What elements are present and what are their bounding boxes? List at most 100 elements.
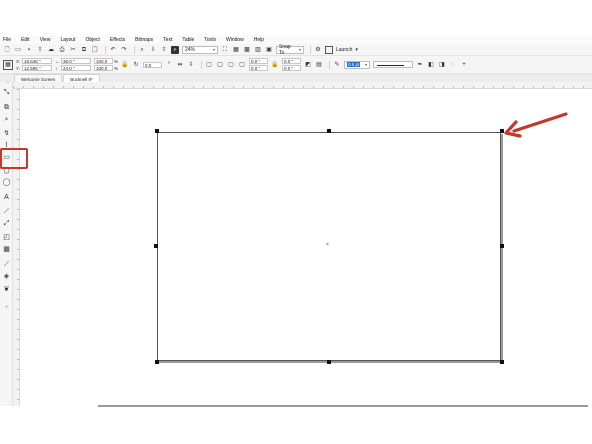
guidelines-icon[interactable]: ▥ bbox=[254, 46, 262, 54]
zoom-tool-icon[interactable]: ⌕ bbox=[2, 115, 11, 124]
connector-tool-icon[interactable]: ⤢ bbox=[2, 219, 11, 228]
menu-table[interactable]: Table bbox=[182, 37, 194, 43]
tab-bucknell[interactable]: Bucknell 8* bbox=[63, 74, 100, 82]
eyedropper-tool-icon[interactable]: ⟋ bbox=[2, 260, 11, 269]
grid-icon[interactable]: ▩ bbox=[243, 46, 251, 54]
undo-icon[interactable]: ↶ bbox=[109, 46, 117, 54]
to-back-icon[interactable]: ◨ bbox=[438, 61, 446, 69]
menu-help[interactable]: Help bbox=[254, 37, 264, 43]
selection-handle-bottom-left[interactable] bbox=[155, 360, 159, 364]
selection-handle-middle-left[interactable] bbox=[154, 244, 158, 248]
search-icon[interactable]: ⌕ bbox=[138, 46, 146, 54]
toolbar-divider bbox=[310, 45, 311, 54]
x-position-input[interactable]: 18.646 " bbox=[22, 58, 52, 64]
menu-effects[interactable]: Effects bbox=[110, 37, 125, 43]
rotation-input[interactable]: 0.0 bbox=[143, 61, 163, 68]
corner-lock-icon[interactable]: ▢ bbox=[238, 61, 246, 69]
standard-toolbar: 🗋 ▭ ▪ ⇧ ☁ ⎙ ✂ ⧉ 📋 ↶ ↷ ⌕ ⇩ ⇧ P 24% ▾ ⛶ ▦ … bbox=[0, 44, 592, 56]
menu-bitmaps[interactable]: Bitmaps bbox=[135, 37, 153, 43]
outline-width-select[interactable]: 0.5 pt ▾ bbox=[344, 60, 371, 69]
rotate-icon[interactable]: ↻ bbox=[132, 61, 140, 69]
text-tool-icon[interactable]: A bbox=[2, 193, 11, 202]
convert-to-curves-icon[interactable]: ◌ bbox=[449, 61, 457, 69]
width-input[interactable]: 36.0 " bbox=[61, 58, 91, 64]
horizontal-ruler[interactable] bbox=[13, 82, 592, 89]
rulers-icon[interactable]: ▦ bbox=[232, 46, 240, 54]
full-screen-icon[interactable]: ⛶ bbox=[221, 46, 229, 54]
launch-icon[interactable] bbox=[325, 45, 333, 54]
line-style-select[interactable] bbox=[373, 61, 414, 68]
copy-icon[interactable]: ⧉ bbox=[80, 46, 88, 54]
height-input[interactable]: 24.0 " bbox=[61, 65, 91, 71]
pen-outline-icon[interactable]: ✎ bbox=[333, 61, 341, 69]
corner-radius-top-right[interactable]: 0.0 " bbox=[282, 58, 302, 64]
horizontal-scrollbar[interactable] bbox=[98, 405, 588, 407]
shadow-tool-icon[interactable]: ◰ bbox=[2, 233, 11, 242]
corner-radius-bottom-left[interactable]: 0.0 " bbox=[249, 65, 269, 71]
crop-tool-icon[interactable]: ⧉ bbox=[2, 103, 11, 112]
round-corner-icon[interactable]: ▢ bbox=[205, 61, 213, 69]
relative-corner-icon[interactable]: ◩ bbox=[304, 61, 312, 69]
y-position-input[interactable]: 12.595 " bbox=[22, 65, 52, 71]
new-document-icon[interactable]: 🗋 bbox=[3, 46, 11, 54]
cloud-icon[interactable]: ☁ bbox=[47, 46, 55, 54]
menu-text[interactable]: Text bbox=[163, 37, 172, 43]
selection-handle-middle-right[interactable] bbox=[500, 244, 504, 248]
upload-icon[interactable]: ⇧ bbox=[36, 46, 44, 54]
scale-height-input[interactable]: 100.0 bbox=[94, 65, 113, 71]
selection-handle-top-center[interactable] bbox=[327, 129, 331, 133]
paste-icon[interactable]: 📋 bbox=[91, 46, 99, 54]
menu-file[interactable]: File bbox=[3, 37, 11, 43]
app-launcher-icon[interactable]: ▣ bbox=[265, 46, 273, 54]
pen-nib-icon[interactable]: ✒ bbox=[416, 61, 424, 69]
gear-icon[interactable]: ⚙ bbox=[314, 46, 322, 54]
vertical-ruler[interactable] bbox=[13, 89, 20, 406]
scale-width-input[interactable]: 100.0 bbox=[94, 58, 113, 64]
pdf-icon[interactable]: P bbox=[171, 45, 179, 54]
save-icon[interactable]: ▪ bbox=[25, 46, 33, 54]
add-tool-icon[interactable]: + bbox=[2, 303, 11, 312]
selection-handle-top-right[interactable] bbox=[500, 129, 504, 133]
tab-welcome-screen[interactable]: Welcome Screen bbox=[14, 74, 63, 82]
freehand-tool-icon[interactable]: ↯ bbox=[2, 129, 11, 138]
lock-corners-icon[interactable]: 🔒 bbox=[271, 61, 279, 69]
lock-ratio-icon[interactable]: 🔒 bbox=[121, 61, 129, 69]
print-icon[interactable]: ⎙ bbox=[58, 46, 66, 54]
import-icon[interactable]: ⇩ bbox=[149, 46, 157, 54]
mirror-horizontal-icon[interactable]: ⇹ bbox=[176, 61, 184, 69]
toolbar-divider bbox=[134, 45, 135, 54]
menu-edit[interactable]: Edit bbox=[21, 37, 30, 43]
selection-handle-bottom-right[interactable] bbox=[500, 360, 504, 364]
corner-radius-bottom-right[interactable]: 0.0 " bbox=[282, 65, 302, 71]
selection-handle-top-left[interactable] bbox=[155, 129, 159, 133]
add-icon[interactable]: + bbox=[460, 61, 468, 69]
ellipse-tool-icon[interactable]: ◯ bbox=[2, 178, 11, 187]
zoom-level-select[interactable]: 24% ▾ bbox=[182, 45, 218, 54]
redo-icon[interactable]: ↷ bbox=[120, 46, 128, 54]
wrap-text-icon[interactable]: ▤ bbox=[315, 61, 323, 69]
to-front-icon[interactable]: ◧ bbox=[427, 61, 435, 69]
shape-tool-icon[interactable]: ⤡ bbox=[2, 88, 11, 97]
transparency-tool-icon[interactable]: ▦ bbox=[2, 245, 11, 254]
scalloped-corner-icon[interactable]: ▢ bbox=[216, 61, 224, 69]
export-icon[interactable]: ⇧ bbox=[160, 46, 168, 54]
menu-view[interactable]: View bbox=[40, 37, 51, 43]
smart-fill-icon[interactable]: ❦ bbox=[2, 285, 11, 294]
interactive-fill-icon[interactable]: ◈ bbox=[2, 272, 11, 281]
mirror-vertical-icon[interactable]: ⇳ bbox=[187, 61, 195, 69]
snap-to-select[interactable]: Snap To ▾ bbox=[276, 44, 304, 56]
menu-layout[interactable]: Layout bbox=[60, 37, 75, 43]
object-origin-icon[interactable]: ▦ bbox=[3, 59, 13, 70]
corner-radius-top-left[interactable]: 0.0 " bbox=[249, 58, 269, 64]
menu-window[interactable]: Window bbox=[226, 37, 244, 43]
chamfered-corner-icon[interactable]: ▢ bbox=[227, 61, 235, 69]
cut-icon[interactable]: ✂ bbox=[69, 46, 77, 54]
menu-tools[interactable]: Tools bbox=[204, 37, 216, 43]
page-rectangle[interactable] bbox=[157, 132, 501, 361]
open-folder-icon[interactable]: ▭ bbox=[14, 46, 22, 54]
launch-label[interactable]: Launch bbox=[336, 47, 352, 53]
chevron-down-icon[interactable]: ▾ bbox=[355, 47, 358, 53]
selection-handle-bottom-center[interactable] bbox=[327, 360, 331, 364]
menu-object[interactable]: Object bbox=[85, 37, 99, 43]
dimension-tool-icon[interactable]: ⟋ bbox=[2, 207, 11, 216]
